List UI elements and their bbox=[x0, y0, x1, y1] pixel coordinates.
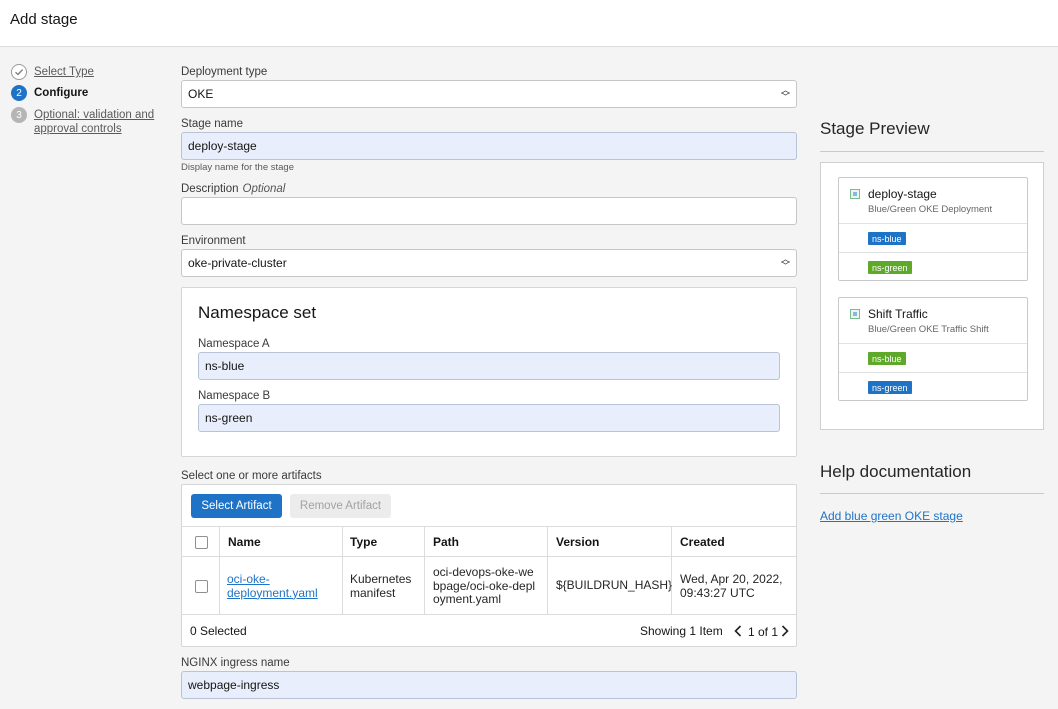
optional-tag: Optional bbox=[242, 183, 286, 195]
deployment-type-select[interactable]: OKE ︿ ﹀ bbox=[181, 80, 797, 108]
card-subtitle: Blue/Green OKE Traffic Shift bbox=[868, 324, 989, 335]
deployment-type-label: Deployment type bbox=[181, 66, 268, 78]
nginx-ingress-value: webpage-ingress bbox=[188, 678, 280, 692]
namespace-set-title: Namespace set bbox=[198, 303, 317, 322]
stage-icon bbox=[850, 309, 860, 319]
artifact-name-link[interactable]: oci-oke-deployment.yaml bbox=[227, 572, 318, 600]
column-header-path[interactable]: Path bbox=[433, 535, 459, 549]
stage-preview-panel: deploy-stage Blue/Green OKE Deployment n… bbox=[820, 162, 1044, 430]
column-divider bbox=[342, 526, 343, 614]
stage-name-value: deploy-stage bbox=[188, 139, 257, 153]
stage-name-label: Stage name bbox=[181, 118, 244, 130]
nginx-label: NGINX ingress name bbox=[181, 657, 290, 669]
next-page-icon[interactable] bbox=[780, 624, 790, 641]
step-select-type[interactable]: Select Type bbox=[11, 64, 94, 80]
description-input[interactable] bbox=[181, 197, 797, 225]
namespace-badge: ns-green bbox=[868, 261, 912, 274]
namespace-badge: ns-blue bbox=[868, 352, 906, 365]
check-icon bbox=[11, 64, 27, 80]
column-divider bbox=[424, 526, 425, 614]
divider bbox=[820, 493, 1044, 494]
artifact-type-cell: Kubernetes manifest bbox=[350, 572, 412, 600]
column-header-version[interactable]: Version bbox=[556, 535, 599, 549]
artifact-created-cell: Wed, Apr 20, 2022, 09:43:27 UTC bbox=[680, 572, 783, 600]
card-title: deploy-stage bbox=[868, 187, 937, 201]
stage-name-hint: Display name for the stage bbox=[181, 162, 295, 173]
environment-label: Environment bbox=[181, 235, 246, 247]
divider bbox=[839, 223, 1027, 224]
preview-card-deploy: deploy-stage Blue/Green OKE Deployment n… bbox=[838, 177, 1028, 281]
select-arrows-icon: ︿ ﹀ bbox=[780, 85, 790, 102]
divider bbox=[839, 372, 1027, 373]
row-checkbox[interactable] bbox=[195, 580, 208, 593]
select-all-checkbox[interactable] bbox=[195, 536, 208, 549]
table-header-border bbox=[182, 556, 796, 557]
help-link[interactable]: Add blue green OKE stage bbox=[820, 509, 963, 523]
namespace-badge: ns-blue bbox=[868, 232, 906, 245]
description-label-text: Description bbox=[181, 183, 239, 195]
artifacts-label: Select one or more artifacts bbox=[181, 470, 322, 482]
divider bbox=[820, 151, 1044, 152]
table-bottom-border bbox=[182, 614, 796, 615]
environment-select[interactable]: oke-private-cluster ︿ ﹀ bbox=[181, 249, 797, 277]
column-header-created[interactable]: Created bbox=[680, 535, 725, 549]
select-arrows-icon: ︿ ﹀ bbox=[780, 254, 790, 271]
description-label: Description Optional bbox=[181, 183, 285, 195]
preview-card-shift-traffic: Shift Traffic Blue/Green OKE Traffic Shi… bbox=[838, 297, 1028, 401]
environment-value: oke-private-cluster bbox=[188, 256, 287, 270]
namespace-a-label: Namespace A bbox=[198, 338, 270, 350]
step-number: 3 bbox=[11, 107, 27, 123]
artifact-name-cell: oci-oke-deployment.yaml bbox=[227, 572, 327, 600]
selected-count: 0 Selected bbox=[190, 624, 247, 638]
namespace-a-input[interactable]: ns-blue bbox=[198, 352, 780, 380]
remove-artifact-button[interactable]: Remove Artifact bbox=[290, 494, 391, 518]
namespace-b-value: ns-green bbox=[205, 411, 253, 425]
step-label: Configure bbox=[34, 87, 89, 99]
page-title: Add stage bbox=[10, 11, 78, 28]
divider bbox=[839, 252, 1027, 253]
select-artifact-button[interactable]: Select Artifact bbox=[191, 494, 282, 518]
help-documentation-title: Help documentation bbox=[820, 462, 972, 481]
namespace-a-value: ns-blue bbox=[205, 359, 245, 373]
step-optional[interactable]: 3 Optional: validation and approval cont… bbox=[11, 107, 162, 136]
column-divider bbox=[219, 526, 220, 614]
artifacts-panel: Select Artifact Remove Artifact Name Typ… bbox=[181, 484, 797, 647]
deployment-type-value: OKE bbox=[188, 87, 214, 101]
step-label[interactable]: Optional: validation and approval contro… bbox=[34, 108, 162, 136]
stage-name-input[interactable]: deploy-stage bbox=[181, 132, 797, 160]
page-header: Add stage bbox=[0, 0, 1058, 47]
card-title: Shift Traffic bbox=[868, 307, 928, 321]
column-header-name[interactable]: Name bbox=[228, 535, 261, 549]
divider bbox=[839, 343, 1027, 344]
stage-preview-title: Stage Preview bbox=[820, 119, 930, 138]
showing-count: Showing 1 Item bbox=[640, 624, 723, 638]
namespace-b-label: Namespace B bbox=[198, 390, 271, 402]
prev-page-icon[interactable] bbox=[733, 624, 743, 641]
namespace-badge: ns-green bbox=[868, 381, 912, 394]
step-label[interactable]: Select Type bbox=[34, 65, 94, 79]
artifact-path-cell: oci-devops-oke-webpage/oci-oke-deploymen… bbox=[433, 565, 536, 606]
column-divider bbox=[671, 526, 672, 614]
namespace-set-panel: Namespace set Namespace A ns-blue Namesp… bbox=[181, 287, 797, 457]
step-number: 2 bbox=[11, 85, 27, 101]
column-divider bbox=[547, 526, 548, 614]
namespace-b-input[interactable]: ns-green bbox=[198, 404, 780, 432]
page-indicator: 1 of 1 bbox=[748, 625, 779, 639]
table-top-border bbox=[182, 526, 796, 527]
stage-icon bbox=[850, 189, 860, 199]
nginx-ingress-input[interactable]: webpage-ingress bbox=[181, 671, 797, 699]
step-configure: 2 Configure bbox=[11, 85, 88, 101]
column-header-type[interactable]: Type bbox=[350, 535, 377, 549]
artifact-version-cell: ${BUILDRUN_HASH} bbox=[556, 578, 673, 592]
card-subtitle: Blue/Green OKE Deployment bbox=[868, 204, 993, 215]
